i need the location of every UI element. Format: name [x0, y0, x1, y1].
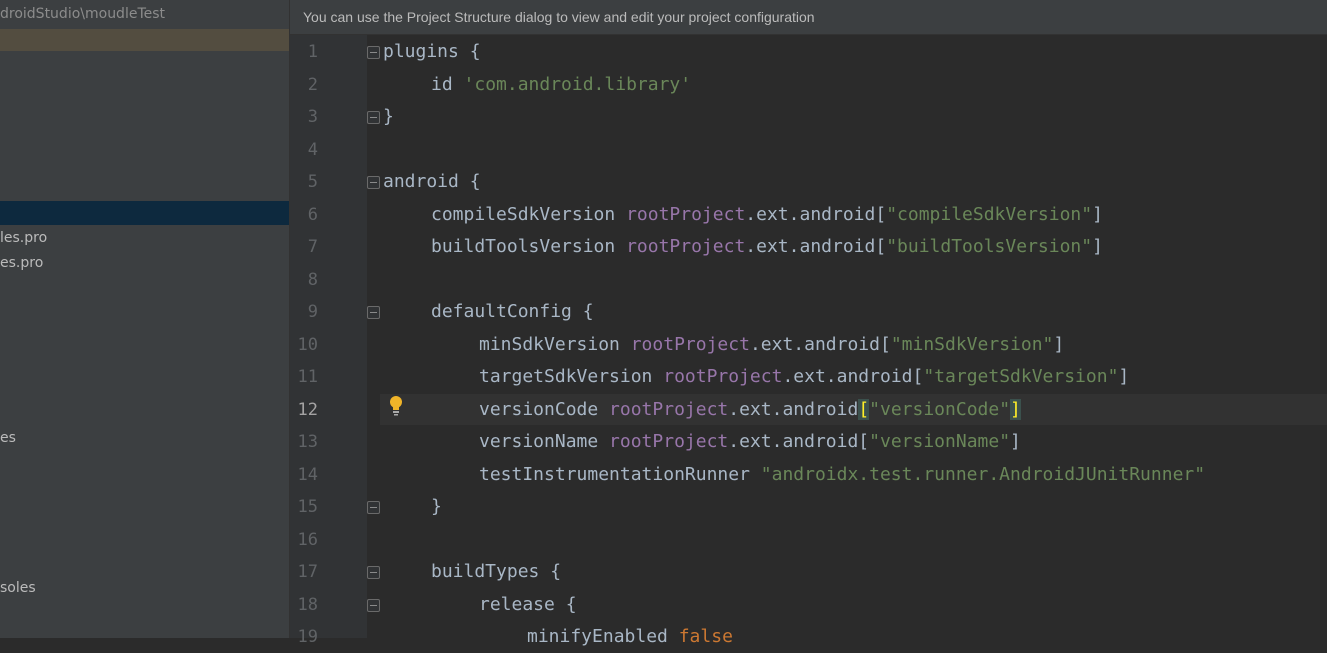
code-token: ]: [1010, 431, 1021, 452]
code-line-11: targetSdkVersion rootProject.ext.android…: [479, 361, 1129, 393]
code-line-14: testInstrumentationRunner "androidx.test…: [479, 459, 1205, 491]
code-token: release {: [479, 594, 577, 615]
line-number: 8: [307, 270, 318, 290]
line-number: 9: [307, 302, 318, 322]
tree-item-les-pro[interactable]: les.pro: [0, 227, 47, 249]
code-token: .ext.android[: [749, 334, 891, 355]
project-structure-banner: You can use the Project Structure dialog…: [290, 0, 1327, 35]
string-literal: "versionName": [869, 431, 1011, 452]
code-token: .ext.android[: [728, 431, 870, 452]
tree-item-es[interactable]: es: [0, 427, 16, 449]
line-number: 7: [307, 237, 318, 257]
fold-marker-icon[interactable]: [367, 176, 380, 189]
code-token: ]: [1053, 334, 1065, 355]
line-number: 11: [297, 367, 318, 387]
code-token: versionName: [479, 431, 610, 452]
code-token: android {: [383, 171, 481, 192]
fold-marker-icon[interactable]: [367, 566, 380, 579]
fold-marker-icon[interactable]: [367, 501, 380, 514]
matched-bracket: [: [858, 399, 870, 420]
code-token: plugins {: [383, 41, 481, 62]
lightbulb-icon[interactable]: [388, 395, 404, 417]
code-line-17: buildTypes {: [431, 556, 561, 588]
code-line-15: }: [431, 491, 442, 523]
code-token: buildTypes {: [431, 561, 562, 582]
code-line-3: }: [383, 101, 394, 133]
line-number: 14: [297, 465, 318, 485]
code-line-13: versionName rootProject.ext.android["ver…: [479, 426, 1021, 458]
property-token: rootProject: [626, 236, 746, 257]
line-number: 6: [307, 205, 318, 225]
string-literal: 'com.android.library': [463, 74, 692, 95]
tree-row-selected[interactable]: [0, 201, 289, 225]
line-number: 10: [297, 335, 318, 355]
property-token: rootProject: [630, 334, 750, 355]
code-token: versionCode: [479, 399, 610, 420]
tree-row-highlighted[interactable]: [0, 29, 289, 51]
string-literal: "buildToolsVersion": [886, 236, 1093, 257]
string-literal: "compileSdkVersion": [886, 204, 1093, 225]
project-path: droidStudio\moudleTest: [0, 6, 166, 22]
line-number: 15: [297, 497, 318, 517]
line-number: 1: [307, 42, 318, 62]
code-token: ]: [1092, 236, 1103, 257]
property-token: rootProject: [626, 204, 746, 225]
line-number: 5: [307, 172, 318, 192]
code-line-10: minSdkVersion rootProject.ext.android["m…: [479, 329, 1064, 361]
property-token: rootProject: [609, 399, 729, 420]
code-token: ]: [1092, 204, 1103, 225]
code-token: defaultConfig {: [431, 301, 594, 322]
code-token: testInstrumentationRunner: [479, 464, 761, 485]
property-token: rootProject: [663, 366, 783, 387]
code-line-1: plugins {: [383, 36, 481, 68]
project-panel: droidStudio\moudleTest les.pro es.pro es…: [0, 0, 289, 638]
fold-marker-icon[interactable]: [367, 46, 380, 59]
code-token: .ext.android[: [745, 204, 887, 225]
code-token: }: [383, 106, 394, 127]
line-number: 19: [297, 627, 318, 647]
tree-item-es-pro[interactable]: es.pro: [0, 252, 43, 274]
tree-item-soles[interactable]: soles: [0, 577, 36, 599]
line-number-current: 12: [297, 400, 318, 420]
code-line-5: android {: [383, 166, 481, 198]
line-number: 18: [297, 595, 318, 615]
code-line-12: versionCode rootProject.ext.android["ver…: [479, 394, 1021, 426]
string-literal: "androidx.test.runner.AndroidJUnitRunner…: [760, 464, 1206, 485]
string-literal: "targetSdkVersion": [923, 366, 1119, 387]
line-number: 3: [307, 107, 318, 127]
code-token: .ext.android[: [745, 236, 887, 257]
fold-marker-icon[interactable]: [367, 306, 380, 319]
code-line-18: release {: [479, 589, 577, 621]
code-line-9: defaultConfig {: [431, 296, 594, 328]
code-token: buildToolsVersion: [431, 236, 627, 257]
code-token: minSdkVersion: [479, 334, 631, 355]
line-number: 17: [297, 562, 318, 582]
code-token: .ext.android[: [782, 366, 924, 387]
code-token: minifyEnabled: [527, 626, 679, 647]
string-literal: "minSdkVersion": [890, 334, 1054, 355]
code-token: compileSdkVersion: [431, 204, 627, 225]
code-line-2: id 'com.android.library': [431, 69, 691, 101]
line-number: 2: [307, 75, 318, 95]
line-number: 16: [297, 530, 318, 550]
code-editor[interactable]: 1 2 3 4 5 6 7 8 9 10 11 12 13 14 15 16 1…: [290, 35, 1327, 647]
property-token: rootProject: [609, 431, 729, 452]
fold-marker-icon[interactable]: [367, 111, 380, 124]
line-number-gutter: 1 2 3 4 5 6 7 8 9 10 11 12 13 14 15 16 1…: [290, 35, 367, 647]
code-line-7: buildToolsVersion rootProject.ext.androi…: [431, 231, 1103, 263]
code-token: id: [431, 74, 464, 95]
code-token: .ext.android: [728, 399, 859, 420]
code-line-6: compileSdkVersion rootProject.ext.androi…: [431, 199, 1103, 231]
banner-text: You can use the Project Structure dialog…: [303, 9, 815, 25]
line-number: 4: [307, 140, 318, 160]
code-token: targetSdkVersion: [479, 366, 664, 387]
keyword-token: false: [678, 626, 733, 647]
matched-bracket: ]: [1010, 399, 1021, 420]
code-token: ]: [1118, 366, 1130, 387]
code-token: }: [431, 496, 442, 517]
fold-marker-icon[interactable]: [367, 599, 380, 612]
line-number: 13: [297, 432, 318, 452]
string-literal: "versionCode": [869, 399, 1011, 420]
code-line-19: minifyEnabled false: [527, 621, 733, 653]
